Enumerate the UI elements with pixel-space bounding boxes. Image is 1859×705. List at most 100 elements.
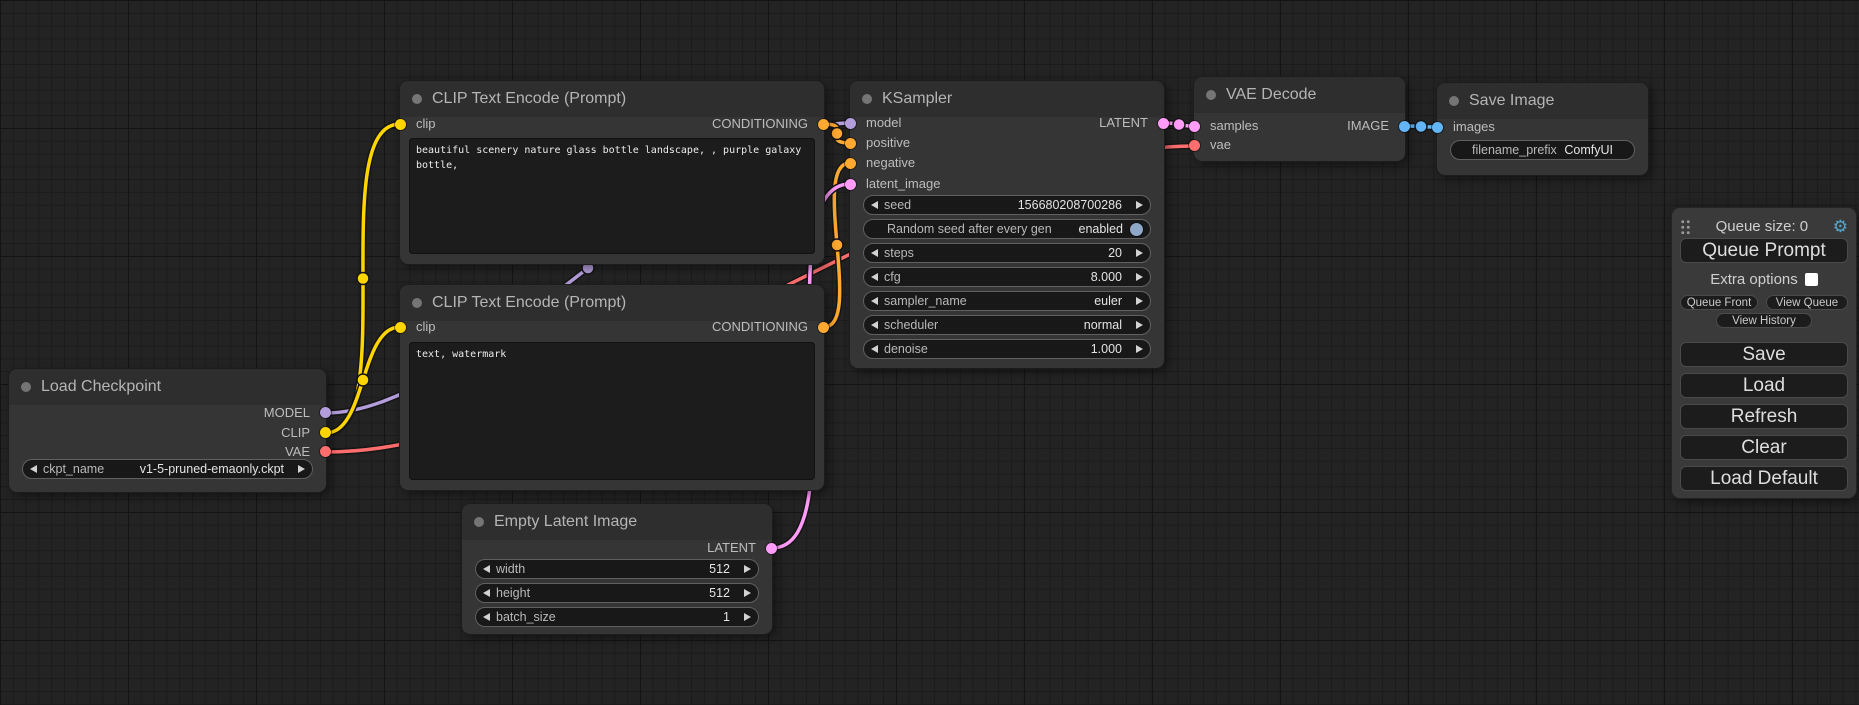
collapse-dot-icon[interactable]: [474, 517, 484, 527]
widget-value: 20: [1108, 246, 1122, 260]
samples-input-port[interactable]: [1189, 121, 1200, 132]
input-label-clip: clip: [416, 114, 436, 134]
vae-output-port[interactable]: [320, 446, 331, 457]
increment-arrow-icon[interactable]: [1136, 273, 1143, 281]
settings-gear-icon[interactable]: ⚙: [1833, 218, 1848, 235]
cfg-widget[interactable]: cfg 8.000: [863, 267, 1151, 287]
decrement-arrow-icon[interactable]: [871, 273, 878, 281]
steps-widget[interactable]: steps 20: [863, 243, 1151, 263]
model-output-port[interactable]: [320, 407, 331, 418]
wire-midpoint-dot-clip-pos[interactable]: [357, 273, 369, 285]
prev-arrow-icon[interactable]: [871, 321, 878, 329]
decrement-arrow-icon[interactable]: [871, 249, 878, 257]
node-clip-text-encode-negative[interactable]: CLIP Text Encode (Prompt) clip CONDITION…: [400, 285, 824, 490]
wire-midpoint-dot-cond-neg[interactable]: [831, 239, 843, 251]
node-ksampler[interactable]: KSampler model positive negative latent_…: [850, 81, 1164, 368]
negative-input-port[interactable]: [845, 158, 856, 169]
decrement-arrow-icon[interactable]: [483, 613, 490, 621]
extra-options-checkbox[interactable]: [1805, 273, 1818, 286]
wire-midpoint-dot-clip-neg[interactable]: [357, 374, 369, 386]
node-empty-latent-image[interactable]: Empty Latent Image LATENT width 512 heig…: [462, 504, 772, 634]
node-title-bar[interactable]: Empty Latent Image: [462, 504, 772, 540]
images-input-port[interactable]: [1432, 122, 1443, 133]
node-title-bar[interactable]: CLIP Text Encode (Prompt): [400, 81, 824, 117]
wire-midpoint-dot-cond-pos[interactable]: [831, 128, 843, 140]
increment-arrow-icon[interactable]: [1136, 201, 1143, 209]
collapse-dot-icon[interactable]: [21, 382, 31, 392]
load-default-button[interactable]: Load Default: [1680, 466, 1848, 491]
batch-size-widget[interactable]: batch_size 1: [475, 607, 759, 627]
latent-output-port[interactable]: [766, 543, 777, 554]
collapse-dot-icon[interactable]: [862, 94, 872, 104]
node-title-bar[interactable]: Save Image: [1437, 83, 1648, 119]
widget-label: scheduler: [884, 318, 938, 332]
scheduler-widget[interactable]: scheduler normal: [863, 315, 1151, 335]
node-title-bar[interactable]: Load Checkpoint: [9, 369, 326, 405]
view-queue-button[interactable]: View Queue: [1766, 295, 1848, 310]
widget-value: 1: [723, 610, 730, 624]
collapse-dot-icon[interactable]: [412, 298, 422, 308]
clear-button[interactable]: Clear: [1680, 435, 1848, 460]
node-title-bar[interactable]: CLIP Text Encode (Prompt): [400, 285, 824, 321]
collapse-dot-icon[interactable]: [1206, 90, 1216, 100]
refresh-button[interactable]: Refresh: [1680, 404, 1848, 429]
prompt-textarea[interactable]: text, watermark: [409, 342, 815, 480]
node-vae-decode[interactable]: VAE Decode samples vae IMAGE: [1194, 77, 1405, 161]
increment-arrow-icon[interactable]: [744, 565, 751, 573]
next-arrow-icon[interactable]: [298, 465, 305, 473]
decrement-arrow-icon[interactable]: [483, 565, 490, 573]
wire-midpoint-dot-image[interactable]: [1415, 121, 1427, 133]
node-title-bar[interactable]: KSampler: [850, 81, 1164, 117]
widget-value: enabled: [1079, 222, 1124, 236]
wire-midpoint-dot-latent-out[interactable]: [1173, 119, 1185, 131]
seed-widget[interactable]: seed 156680208700286: [863, 195, 1151, 215]
node-load-checkpoint[interactable]: Load Checkpoint MODEL CLIP VAE ckpt_name…: [9, 369, 326, 492]
save-button[interactable]: Save: [1680, 342, 1848, 367]
toggle-knob-icon[interactable]: [1130, 223, 1143, 236]
denoise-widget[interactable]: denoise 1.000: [863, 339, 1151, 359]
queue-prompt-button[interactable]: Queue Prompt: [1680, 238, 1848, 263]
model-input-port[interactable]: [845, 118, 856, 129]
graph-canvas[interactable]: { "colors": { "model": "#B39DDB", "clip"…: [0, 0, 1859, 705]
node-save-image[interactable]: Save Image images filename_prefix ComfyU…: [1437, 83, 1648, 175]
increment-arrow-icon[interactable]: [744, 613, 751, 621]
ckpt-name-widget[interactable]: ckpt_name v1-5-pruned-emaonly.ckpt: [22, 459, 313, 479]
queue-front-button[interactable]: Queue Front: [1680, 295, 1758, 310]
prev-arrow-icon[interactable]: [871, 297, 878, 305]
increment-arrow-icon[interactable]: [1136, 249, 1143, 257]
latent-image-input-port[interactable]: [845, 179, 856, 190]
conditioning-output-port[interactable]: [818, 119, 829, 130]
clip-input-port[interactable]: [395, 119, 406, 130]
collapse-dot-icon[interactable]: [1449, 96, 1459, 106]
view-history-button[interactable]: View History: [1716, 313, 1812, 328]
collapse-dot-icon[interactable]: [412, 94, 422, 104]
drag-handle-icon[interactable]: [1680, 219, 1691, 234]
latent-output-port[interactable]: [1158, 118, 1169, 129]
vae-input-port[interactable]: [1189, 140, 1200, 151]
clip-output-port[interactable]: [320, 427, 331, 438]
filename-prefix-widget[interactable]: filename_prefix ComfyUI: [1450, 140, 1635, 160]
increment-arrow-icon[interactable]: [744, 589, 751, 597]
increment-arrow-icon[interactable]: [1136, 345, 1143, 353]
decrement-arrow-icon[interactable]: [483, 589, 490, 597]
node-title-bar[interactable]: VAE Decode: [1194, 77, 1405, 113]
widget-value: ComfyUI: [1564, 143, 1613, 157]
sampler-name-widget[interactable]: sampler_name euler: [863, 291, 1151, 311]
widget-label: height: [496, 586, 530, 600]
decrement-arrow-icon[interactable]: [871, 201, 878, 209]
node-clip-text-encode-positive[interactable]: CLIP Text Encode (Prompt) clip CONDITION…: [400, 81, 824, 264]
decrement-arrow-icon[interactable]: [871, 345, 878, 353]
next-arrow-icon[interactable]: [1136, 321, 1143, 329]
output-label-conditioning: CONDITIONING: [712, 317, 808, 337]
width-widget[interactable]: width 512: [475, 559, 759, 579]
clip-input-port[interactable]: [395, 322, 406, 333]
height-widget[interactable]: height 512: [475, 583, 759, 603]
conditioning-output-port[interactable]: [818, 322, 829, 333]
prompt-textarea[interactable]: beautiful scenery nature glass bottle la…: [409, 138, 815, 254]
positive-input-port[interactable]: [845, 138, 856, 149]
load-button[interactable]: Load: [1680, 373, 1848, 398]
prev-arrow-icon[interactable]: [30, 465, 37, 473]
next-arrow-icon[interactable]: [1136, 297, 1143, 305]
image-output-port[interactable]: [1399, 121, 1410, 132]
random-seed-toggle-widget[interactable]: Random seed after every gen enabled: [863, 219, 1151, 239]
